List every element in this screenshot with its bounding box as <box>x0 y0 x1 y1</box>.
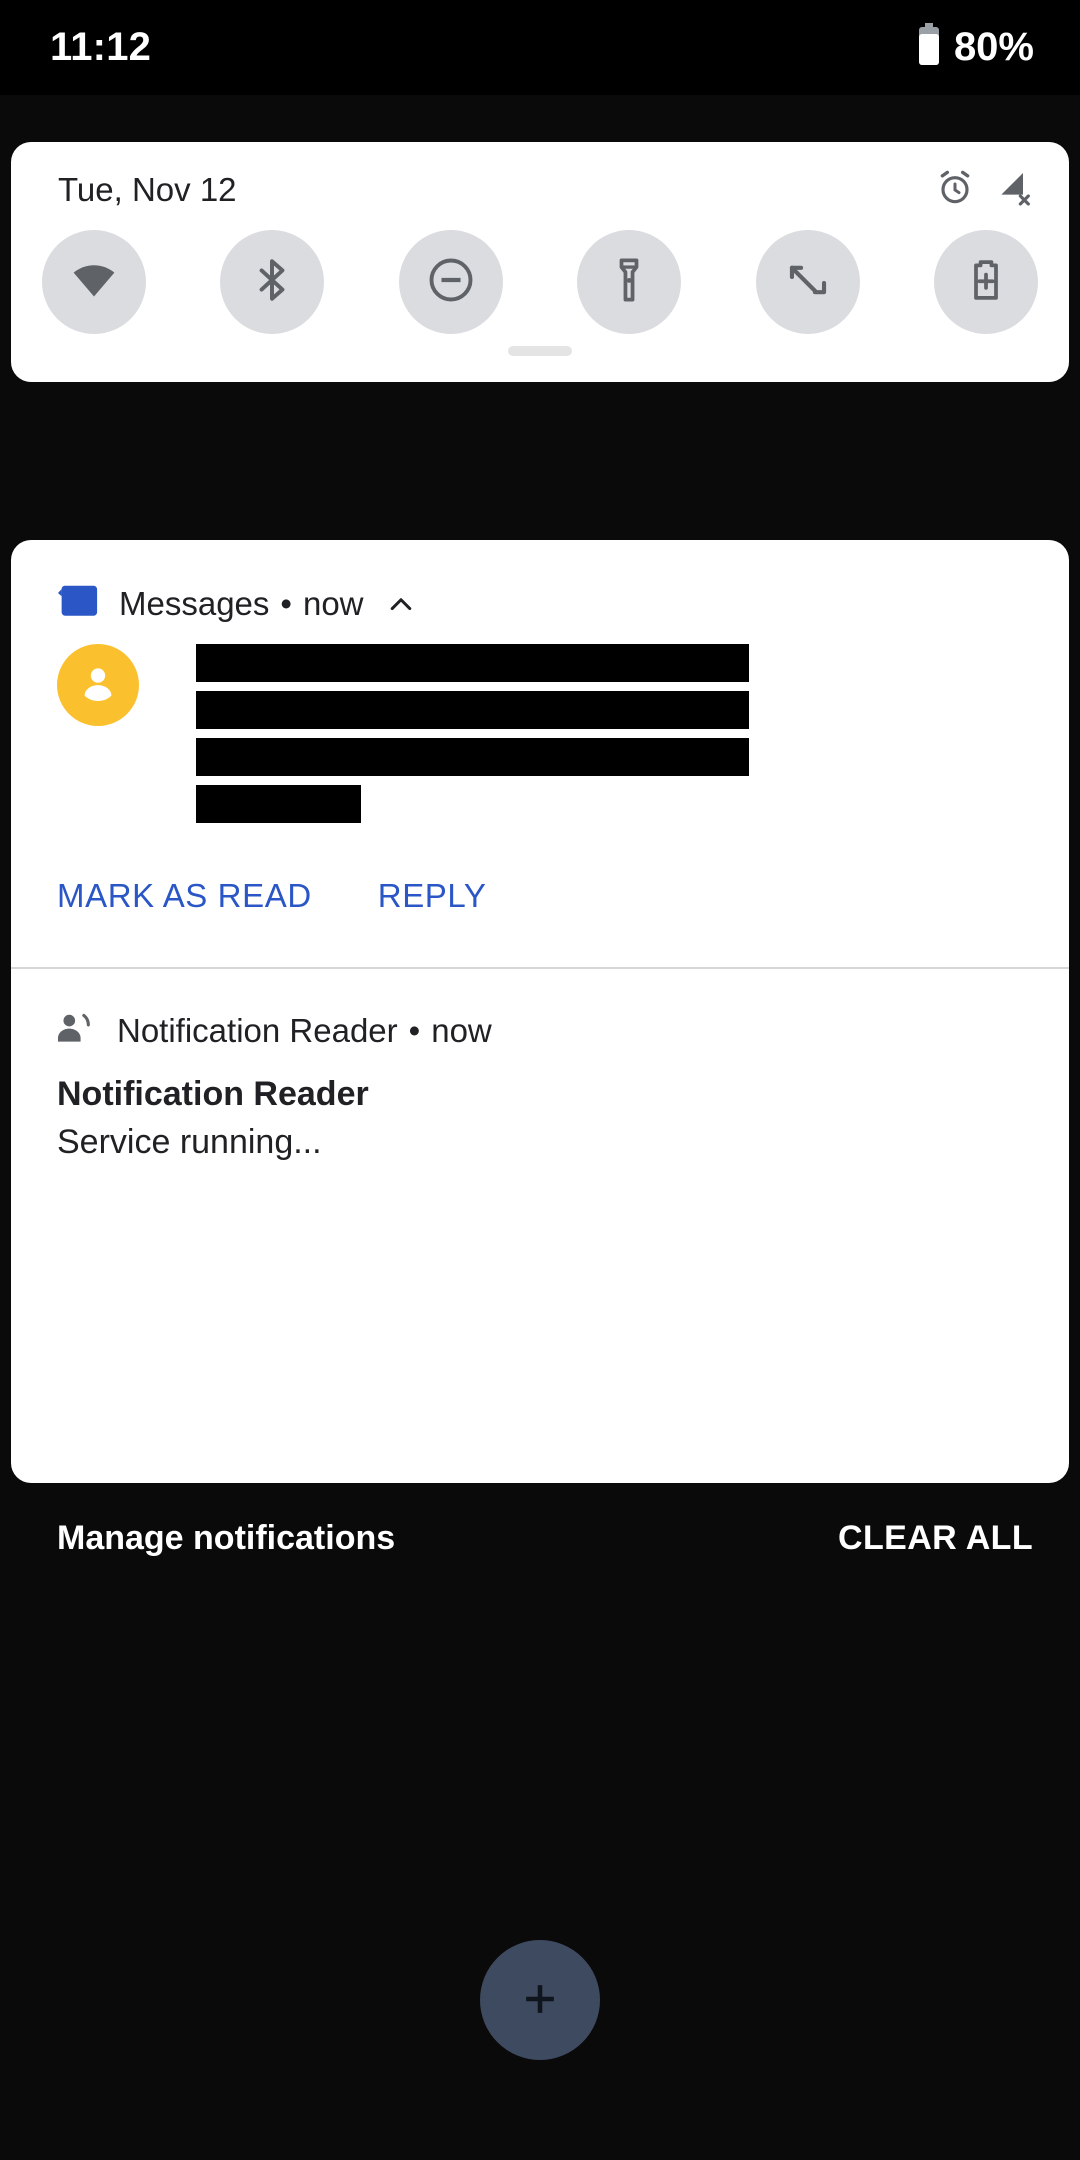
flashlight-icon <box>604 255 654 310</box>
notification-actions-messages: MARK AS READ REPLY <box>11 823 1069 915</box>
status-bar-right-group: 80% <box>916 23 1034 72</box>
do-not-disturb-tile[interactable] <box>398 230 503 334</box>
plus-icon <box>514 1973 566 2028</box>
wifi-tile[interactable] <box>42 230 146 334</box>
notification-body-reader: Notification Reader Service running... <box>11 1051 1069 1163</box>
battery-percent-label: 80% <box>953 25 1034 69</box>
clear-all-button[interactable]: CLEAR ALL <box>838 1519 1033 1558</box>
quick-settings-panel: Tue, Nov 12 <box>11 142 1069 382</box>
flashlight-tile[interactable] <box>577 230 682 334</box>
notification-title: Notification Reader <box>57 1075 369 1113</box>
messages-app-icon <box>57 585 101 622</box>
battery-saver-tile[interactable] <box>933 230 1038 334</box>
avatar <box>57 644 139 726</box>
auto-rotate-icon <box>782 254 834 311</box>
status-bar: 11:12 80% <box>0 0 1080 95</box>
redaction-bar <box>196 738 749 776</box>
notification-reader[interactable]: Notification Reader • now Notification R… <box>11 969 1069 1163</box>
reply-button[interactable]: REPLY <box>378 877 487 915</box>
notification-body-messages <box>11 624 1069 823</box>
auto-rotate-tile[interactable] <box>755 230 860 334</box>
status-icons-group <box>935 168 1033 213</box>
person-speaking-icon <box>57 1010 99 1051</box>
chevron-up-icon[interactable] <box>384 587 418 621</box>
bluetooth-icon <box>247 255 297 310</box>
battery-saver-icon <box>961 255 1011 310</box>
notification-shade-screen: 11:12 80% Tue, Nov 12 Messages • now MAR… <box>0 0 1080 2160</box>
add-fab-button[interactable] <box>480 1940 600 2060</box>
wifi-icon <box>68 254 120 311</box>
notification-time-label: now <box>431 1011 492 1049</box>
quick-settings-tiles <box>11 230 1069 334</box>
signal-off-icon <box>993 168 1033 213</box>
app-name-label: Messages <box>119 585 270 622</box>
mark-as-read-button[interactable]: MARK AS READ <box>57 877 312 915</box>
redacted-message-content <box>196 642 749 823</box>
battery-icon <box>916 23 942 72</box>
separator-dot: • <box>280 585 292 622</box>
bluetooth-tile[interactable] <box>220 230 325 334</box>
separator-dot: • <box>408 1011 421 1049</box>
notification-time-label: now <box>302 585 364 622</box>
person-avatar-icon <box>75 660 121 711</box>
quick-settings-header: Tue, Nov 12 <box>11 142 1069 238</box>
notification-footer: Manage notifications CLEAR ALL <box>0 1483 1080 1593</box>
app-name-label: Notification Reader <box>117 1011 398 1049</box>
notification-text: Service running... <box>57 1122 322 1161</box>
alarm-clock-icon <box>935 168 975 213</box>
notification-header-messages: Messages • now <box>11 540 1069 624</box>
manage-notifications-button[interactable]: Manage notifications <box>57 1519 395 1558</box>
redaction-bar <box>196 644 749 682</box>
date-label: Tue, Nov 12 <box>58 171 237 208</box>
do-not-disturb-icon <box>425 254 477 311</box>
notification-header-reader: Notification Reader • now <box>11 969 1069 1051</box>
status-bar-clock: 11:12 <box>50 25 152 69</box>
drag-handle[interactable] <box>508 346 572 356</box>
notification-messages[interactable]: Messages • now MARK AS READ REPLY <box>11 540 1069 969</box>
redaction-bar <box>196 785 361 823</box>
notification-panel: Messages • now MARK AS READ REPLY Notifi… <box>11 540 1069 1483</box>
redaction-bar <box>196 691 749 729</box>
